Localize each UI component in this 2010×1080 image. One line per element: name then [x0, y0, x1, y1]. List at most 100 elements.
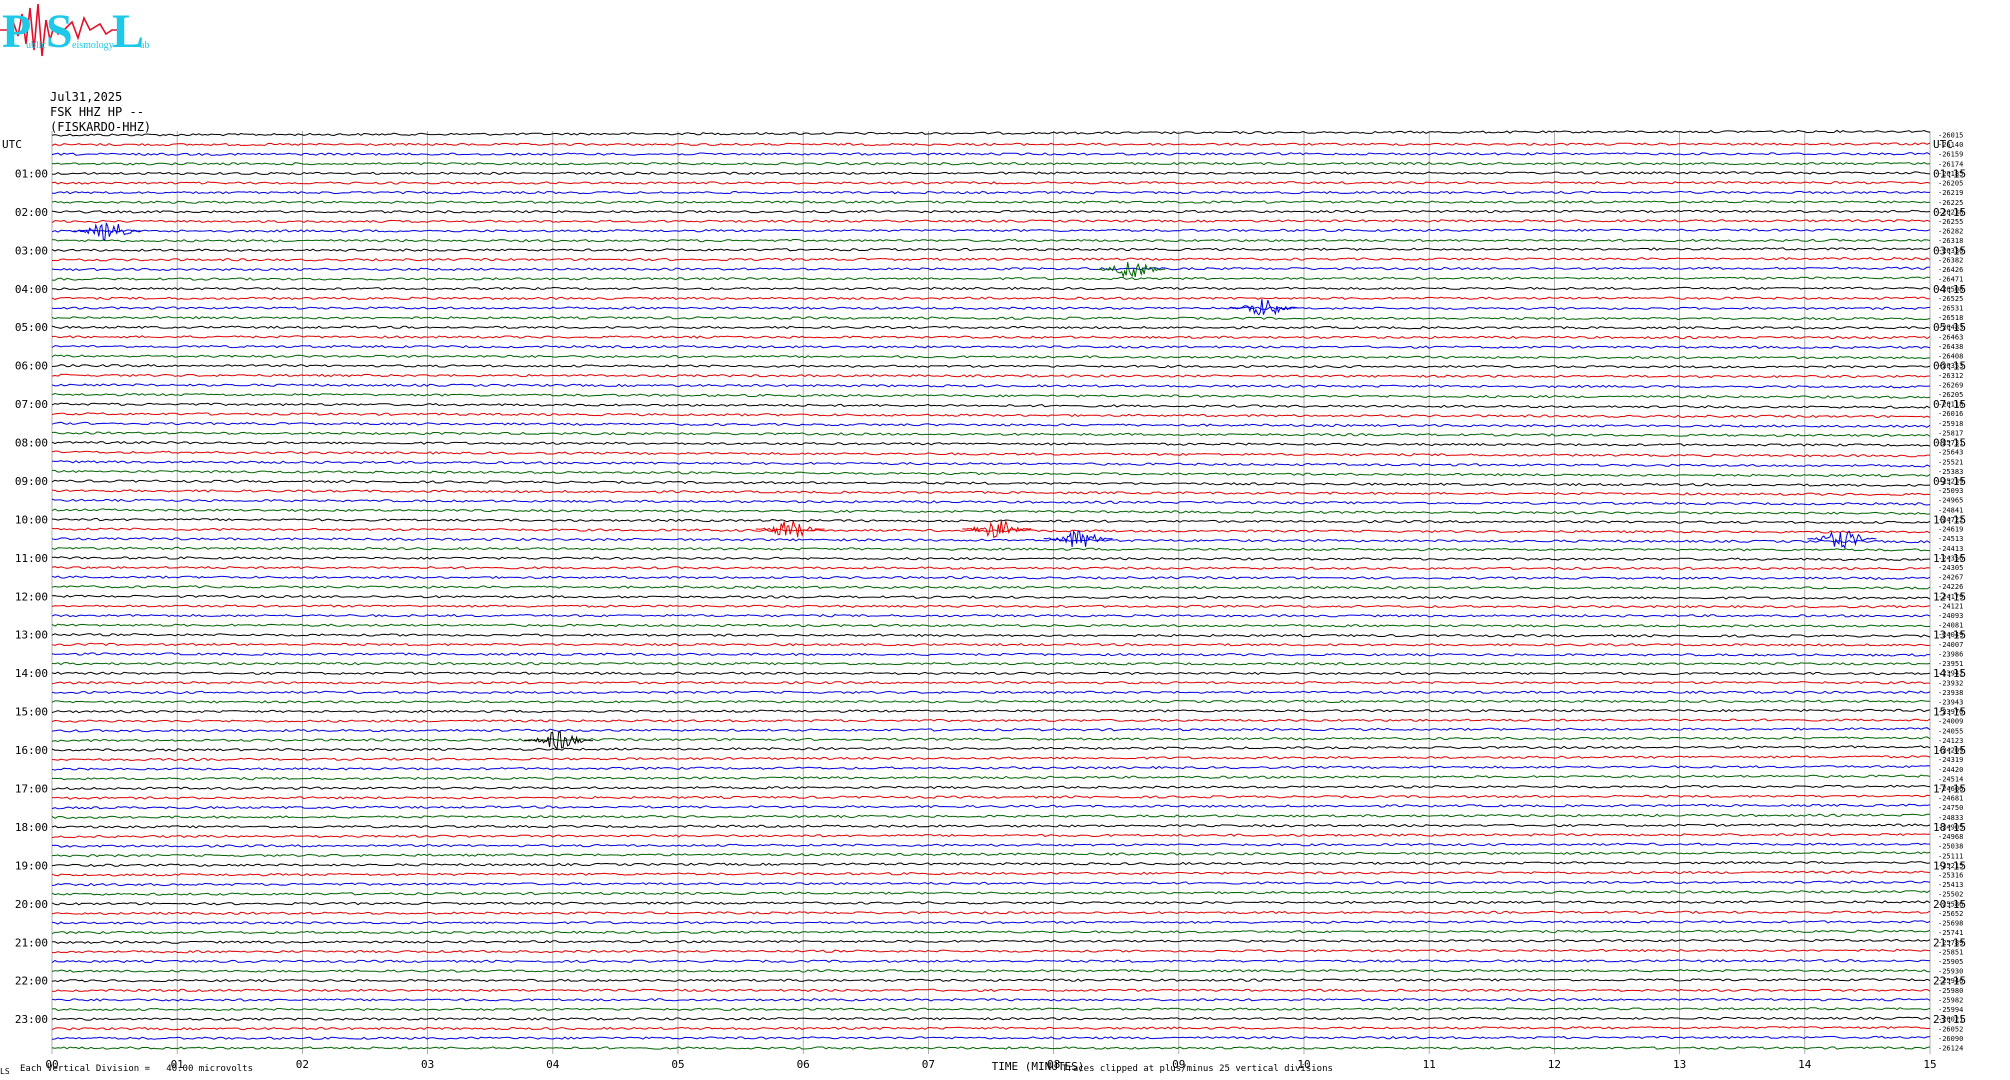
trace-line — [51, 900, 1931, 906]
trace-offset-label: -24420 — [1938, 766, 1963, 774]
trace-line — [51, 823, 1931, 829]
x-tick-label: 11 — [1423, 1058, 1436, 1071]
trace-line — [51, 575, 1931, 580]
trace-line — [51, 479, 1931, 487]
trace-line — [51, 718, 1931, 723]
trace-offset-label: -24267 — [1938, 574, 1963, 582]
trace-line — [51, 833, 1931, 839]
left-hour-label: 10:00 — [15, 513, 48, 526]
trace-line — [52, 784, 1931, 790]
x-tick-label: 14 — [1798, 1058, 1812, 1071]
trace-offset-label: -24681 — [1938, 795, 1963, 803]
trace-line — [51, 969, 1931, 973]
right-hour-label: 02:15 — [1933, 206, 1966, 219]
event-burst — [1807, 530, 1877, 550]
trace-offset-label: -24619 — [1938, 526, 1963, 534]
left-hour-label: 17:00 — [15, 783, 48, 796]
trace-line — [51, 219, 1931, 224]
trace-offset-label: -25652 — [1938, 910, 1963, 918]
trace-line — [51, 383, 1931, 389]
trace-offset-label: -24965 — [1938, 497, 1963, 505]
right-hour-label: 04:15 — [1933, 283, 1966, 296]
trace-line — [51, 623, 1931, 628]
trace-line — [51, 152, 1931, 156]
trace-offset-label: -25698 — [1938, 920, 1963, 928]
trace-line — [51, 335, 1931, 340]
left-hour-label: 22:00 — [15, 975, 48, 988]
clip-note: Traces clipped at plus/minus 25 vertical… — [1062, 1064, 1333, 1074]
left-hour-label: 16:00 — [15, 744, 48, 757]
right-hour-label: 09:15 — [1933, 475, 1966, 488]
trace-line — [51, 392, 1931, 399]
trace-line — [51, 745, 1931, 752]
trace-line — [51, 727, 1931, 733]
trace-line — [51, 489, 1931, 496]
trace-offset-label: -26531 — [1938, 304, 1963, 312]
trace-line — [51, 537, 1931, 544]
x-tick-label: 07 — [922, 1058, 935, 1071]
trace-line — [51, 813, 1930, 819]
trace-line — [51, 440, 1931, 447]
right-hour-label: 05:15 — [1933, 321, 1966, 334]
trace-offset-label: -26426 — [1938, 266, 1963, 274]
trace-line — [51, 431, 1931, 438]
trace-line — [51, 861, 1931, 867]
trace-line — [51, 1046, 1931, 1050]
trace-line — [51, 325, 1931, 330]
helicorder-chart: -26015-26140-26159-26174-26185-26205-262… — [2, 129, 1966, 1073]
left-hour-label: 12:00 — [15, 590, 48, 603]
right-hour-label: 13:15 — [1933, 629, 1966, 642]
left-hour-label: 15:00 — [15, 706, 48, 719]
trace-line — [52, 171, 1931, 176]
right-hour-label: 23:15 — [1933, 1013, 1966, 1026]
vertical-division-note: Each Vertical Division = 40.00 microvolt… — [20, 1064, 253, 1074]
right-hour-label: 03:15 — [1933, 244, 1966, 257]
trace-line — [51, 929, 1931, 935]
trace-line — [51, 585, 1931, 590]
x-tick-label: 06 — [797, 1058, 810, 1071]
trace-offset-label: -24319 — [1938, 756, 1963, 764]
trace-line — [51, 1007, 1931, 1012]
trace-offset-label: -26463 — [1938, 333, 1963, 341]
trace-line — [51, 765, 1931, 771]
trace-offset-label: -25905 — [1938, 958, 1963, 966]
trace-line — [52, 469, 1931, 478]
right-hour-label: 10:15 — [1933, 513, 1966, 526]
trace-line — [51, 661, 1931, 666]
trace-line — [51, 642, 1931, 647]
trace-line — [51, 671, 1931, 676]
trace-line — [51, 209, 1931, 214]
trace-line — [51, 450, 1930, 458]
trace-offset-label: -26052 — [1938, 1025, 1963, 1033]
left-hour-label: 19:00 — [15, 859, 48, 872]
right-hour-label: 07:15 — [1933, 398, 1966, 411]
trace-line — [51, 613, 1931, 618]
right-hour-label: 08:15 — [1933, 437, 1966, 450]
trace-offset-label: -26205 — [1938, 180, 1963, 188]
trace-line — [51, 880, 1931, 887]
trace-line — [51, 517, 1931, 524]
trace-offset-label: -25413 — [1938, 881, 1963, 889]
left-hour-label: 13:00 — [15, 629, 48, 642]
trace-line — [51, 690, 1931, 695]
trace-line — [52, 774, 1931, 781]
left-hour-label: 23:00 — [15, 1013, 48, 1026]
trace-line — [51, 247, 1931, 252]
trace-line — [52, 257, 1931, 262]
right-hour-label: 20:15 — [1933, 898, 1966, 911]
trace-line — [51, 508, 1931, 515]
right-hour-label: 17:15 — [1933, 783, 1966, 796]
footer-left-mark: LS — [0, 1067, 10, 1076]
trace-offset-label: -26219 — [1938, 189, 1963, 197]
trace-line — [51, 997, 1931, 1002]
left-utc-title: UTC — [2, 138, 22, 151]
event-burst — [755, 520, 825, 538]
trace-line — [51, 161, 1931, 166]
trace-line — [51, 315, 1931, 321]
trace-offset-label: -24007 — [1938, 641, 1963, 649]
trace-offset-label: -24055 — [1938, 727, 1963, 735]
trace-line — [51, 851, 1931, 858]
trace-line — [51, 708, 1931, 714]
trace-offset-label: -26124 — [1938, 1045, 1963, 1053]
trace-offset-label: -25521 — [1938, 458, 1963, 466]
